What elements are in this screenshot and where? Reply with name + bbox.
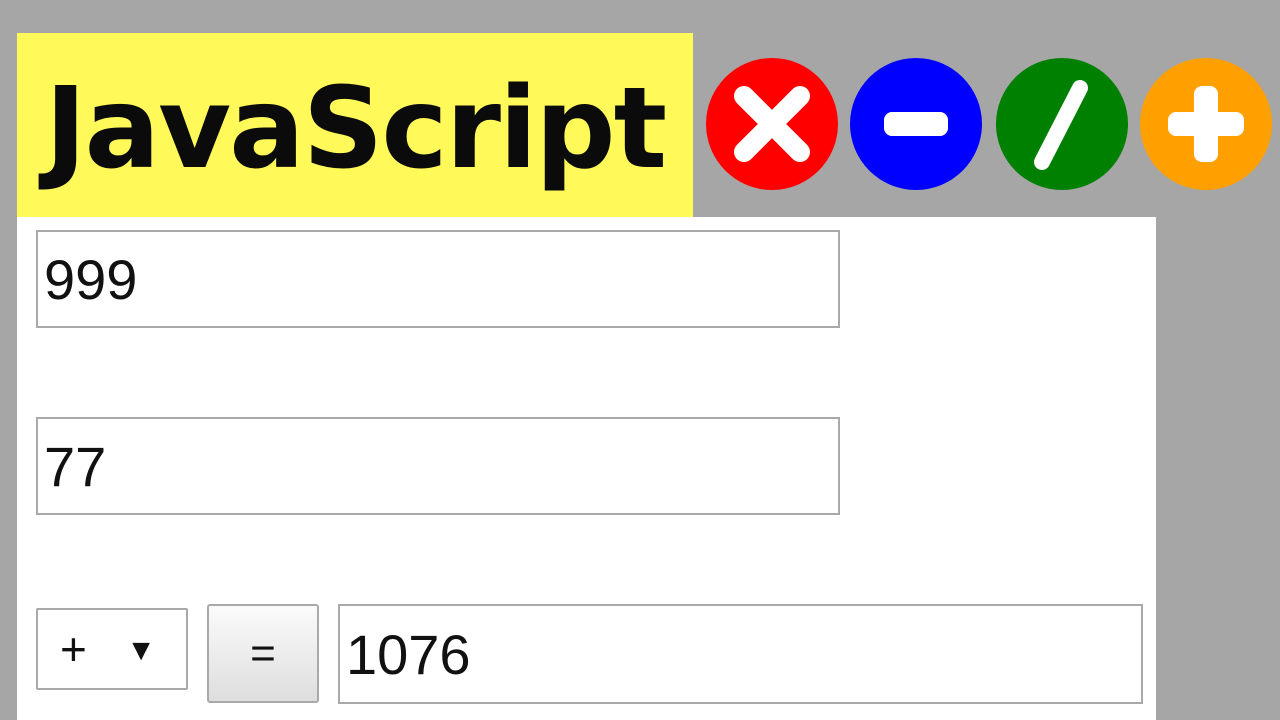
dropdown-arrow-icon: ▼ <box>126 634 156 667</box>
add-icon <box>1140 58 1272 190</box>
subtract-icon <box>850 58 982 190</box>
result-field[interactable] <box>338 604 1143 704</box>
page-title: JavaScript <box>44 64 667 194</box>
first-number-input[interactable] <box>36 230 840 328</box>
second-number-input[interactable] <box>36 417 840 515</box>
title-banner: JavaScript <box>17 33 693 217</box>
multiply-icon <box>706 58 838 190</box>
divide-icon <box>996 58 1128 190</box>
equals-button[interactable]: = <box>207 604 319 703</box>
operator-select-value: + <box>60 623 87 675</box>
operator-select[interactable]: + ▼ <box>36 608 188 690</box>
calculator-panel: + ▼ = <box>17 217 1156 720</box>
